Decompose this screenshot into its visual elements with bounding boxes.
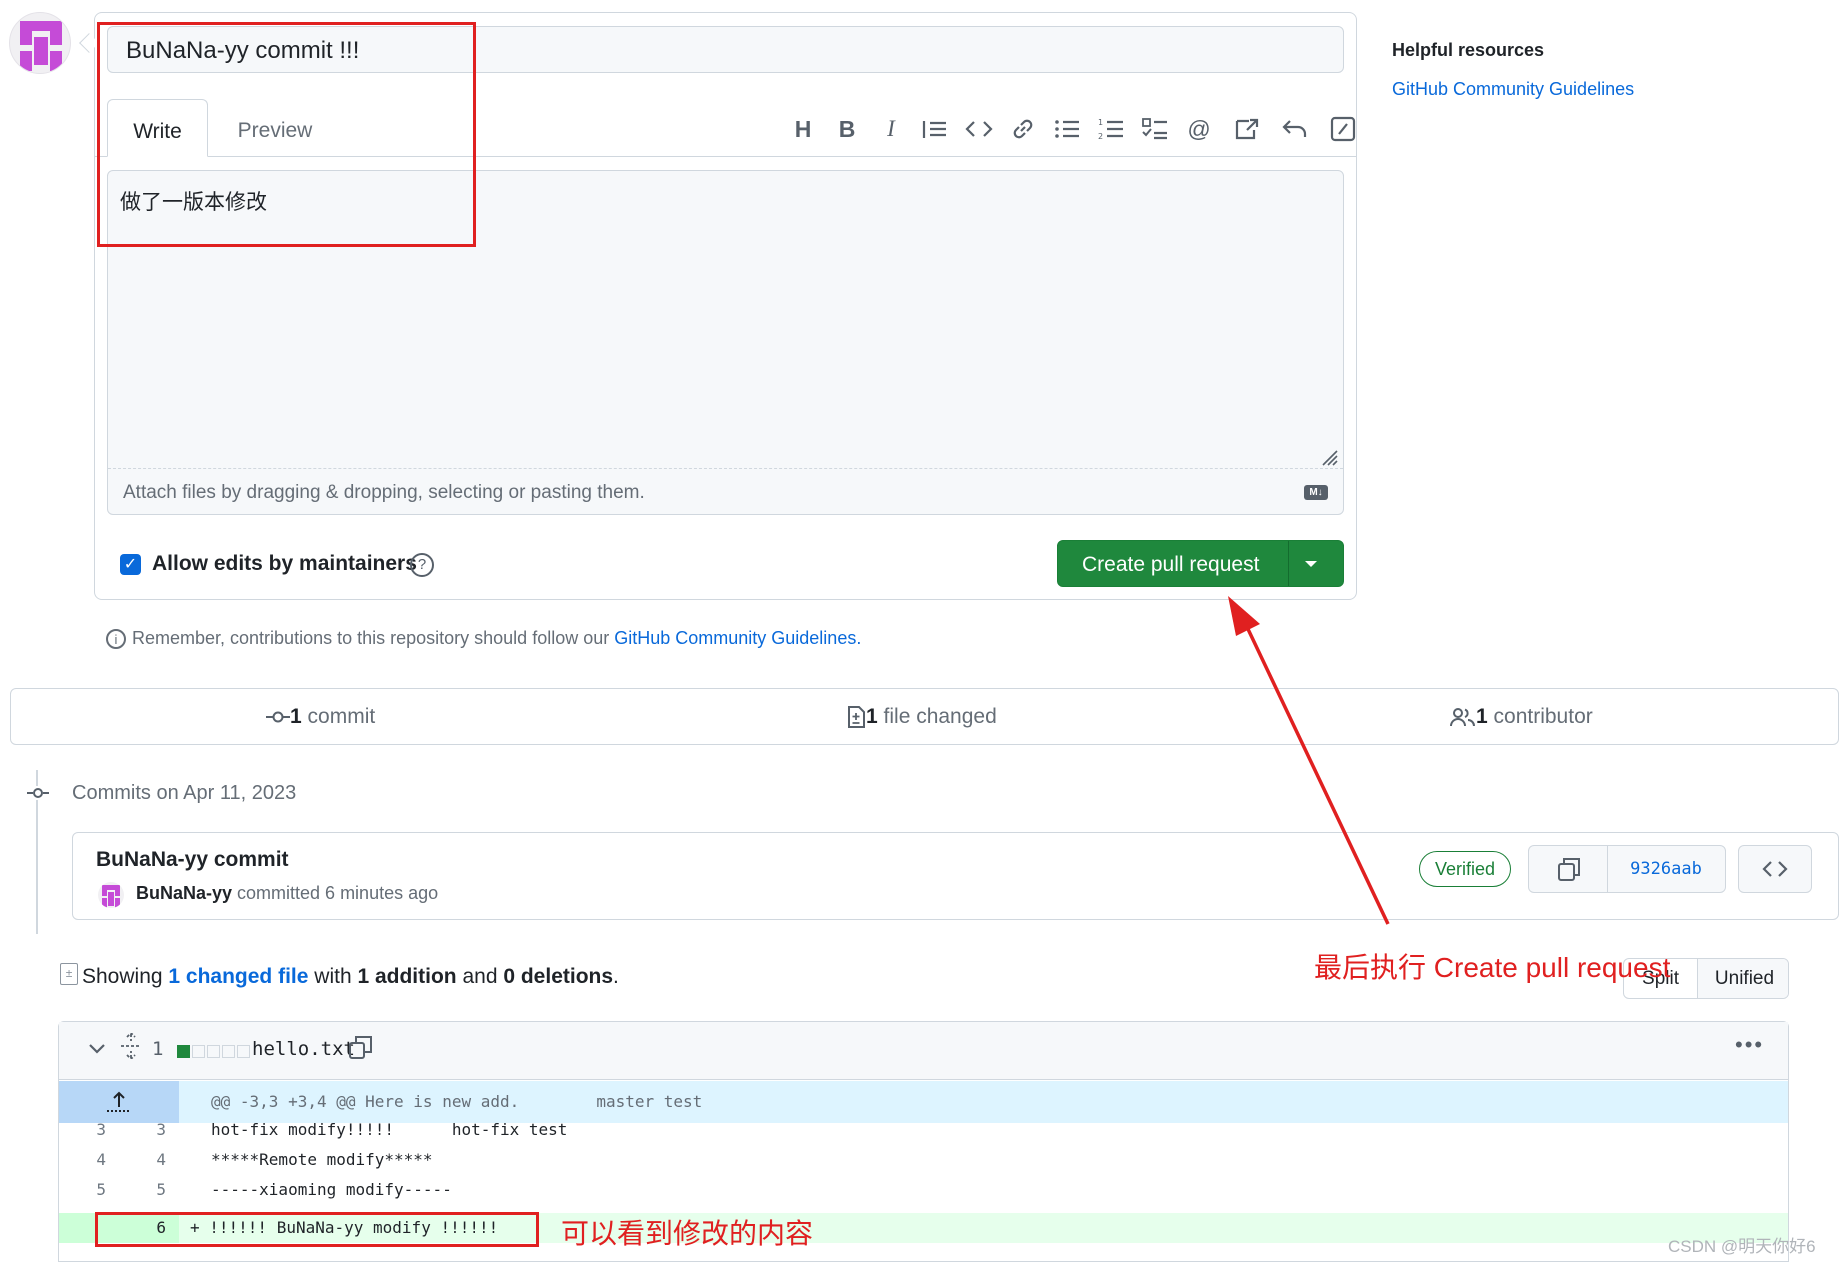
- copy-sha-icon[interactable]: [1529, 846, 1608, 892]
- bold-icon[interactable]: B: [830, 112, 864, 146]
- hunk-expand-up-icon[interactable]: [59, 1081, 179, 1123]
- commit-author-avatar[interactable]: [98, 882, 124, 908]
- resize-handle-icon[interactable]: [1318, 446, 1338, 466]
- hunk-header-text: @@ -3,3 +3,4 @@ Here is new add. master …: [211, 1092, 703, 1111]
- old-line-number[interactable]: 3: [66, 1120, 106, 1139]
- commits-date-header: Commits on Apr 11, 2023: [72, 782, 297, 804]
- people-icon: [1450, 708, 1475, 727]
- allow-edits-label[interactable]: Allow edits by maintainers: [152, 552, 417, 576]
- kebab-menu-icon[interactable]: •••: [1735, 1032, 1764, 1058]
- commit-sha-link[interactable]: 9326aab: [1607, 846, 1725, 892]
- commit-sha-group: 9326aab: [1528, 845, 1726, 893]
- chevron-down-icon[interactable]: [88, 1040, 106, 1062]
- allow-edits-checkbox[interactable]: ✓: [120, 554, 141, 575]
- summary-suffix: .: [613, 965, 619, 988]
- helpful-resources-title: Helpful resources: [1392, 40, 1545, 60]
- slash-command-icon[interactable]: [1326, 112, 1360, 146]
- code-icon: [1762, 861, 1788, 877]
- triangle-down-icon[interactable]: [1304, 547, 1318, 582]
- button-separator: [1288, 541, 1289, 586]
- heading-icon[interactable]: H: [786, 112, 820, 146]
- annotation-arrow-icon: [1228, 596, 1390, 925]
- files-changed-stat[interactable]: 1 file changed: [846, 705, 997, 729]
- new-line-number[interactable]: 3: [126, 1120, 166, 1139]
- expand-all-icon[interactable]: [120, 1031, 142, 1065]
- link-icon[interactable]: [1006, 112, 1040, 146]
- info-icon: i: [106, 629, 126, 650]
- additions-count: 1 addition: [357, 965, 457, 988]
- contributors-stat[interactable]: 1 contributor: [1450, 705, 1593, 729]
- new-line-number[interactable]: 5: [126, 1180, 166, 1199]
- attach-files-hint[interactable]: Attach files by dragging & dropping, sel…: [123, 482, 645, 504]
- commit-author-link[interactable]: BuNaNa-yy: [136, 883, 232, 903]
- svg-text:2: 2: [1098, 132, 1103, 141]
- deletions-count: 0 deletions: [503, 965, 614, 988]
- create-pull-request-button[interactable]: Create pull request: [1057, 540, 1344, 587]
- undo-icon[interactable]: [1278, 112, 1312, 146]
- summary-prefix: Showing: [82, 965, 169, 988]
- commits-stat[interactable]: 1 commit: [266, 705, 375, 729]
- annotation-box-added-line: [95, 1212, 539, 1247]
- diffstat-bars: [177, 1045, 252, 1063]
- old-line-number[interactable]: 5: [66, 1180, 106, 1199]
- annotation-diff-hint: 可以看到修改的内容: [561, 1218, 814, 1249]
- ordered-list-icon[interactable]: 12: [1094, 112, 1128, 146]
- create-pull-request-label[interactable]: Create pull request: [1082, 553, 1259, 577]
- diff-summary: Showing 1 changed file with 1 addition a…: [82, 965, 619, 989]
- mention-icon[interactable]: @: [1182, 112, 1216, 146]
- diff-line: hot-fix modify!!!!! hot-fix test: [211, 1120, 568, 1139]
- summary-mid: with: [308, 965, 358, 988]
- reminder-period: .: [856, 628, 862, 648]
- browse-repository-button[interactable]: [1738, 845, 1812, 893]
- sidebar-guidelines-link[interactable]: GitHub Community Guidelines: [1392, 79, 1634, 100]
- svg-text:1: 1: [1098, 118, 1103, 127]
- watermark: CSDN @明天你好6: [1668, 1237, 1816, 1256]
- community-guidelines-link[interactable]: GitHub Community Guidelines: [614, 628, 856, 648]
- unordered-list-icon[interactable]: [1050, 112, 1084, 146]
- diff-line: -----xiaoming modify-----: [211, 1180, 452, 1199]
- old-line-number[interactable]: 4: [66, 1150, 106, 1169]
- task-list-icon[interactable]: [1138, 112, 1172, 146]
- git-commit-icon: [27, 786, 49, 800]
- git-commit-icon: [266, 711, 290, 723]
- quote-icon[interactable]: [918, 112, 952, 146]
- changed-files-link[interactable]: 1 changed file: [168, 965, 308, 988]
- help-question-icon[interactable]: ?: [410, 553, 434, 577]
- annotation-box-title-body: [97, 22, 476, 247]
- diff-line: *****Remote modify*****: [211, 1150, 433, 1169]
- markdown-icon[interactable]: M↓: [1304, 485, 1328, 500]
- user-avatar[interactable]: [9, 12, 71, 74]
- file-diff-icon: ±: [60, 963, 78, 985]
- reminder-text: Remember, contributions to this reposito…: [132, 628, 615, 648]
- italic-icon[interactable]: I: [874, 112, 908, 146]
- code-icon[interactable]: [962, 112, 996, 146]
- verified-badge[interactable]: Verified: [1419, 851, 1511, 887]
- commit-time: committed 6 minutes ago: [232, 883, 439, 903]
- commit-meta: BuNaNa-yy committed 6 minutes ago: [136, 883, 438, 904]
- file-name-link[interactable]: hello.txt: [252, 1038, 355, 1060]
- reference-icon[interactable]: [1230, 112, 1264, 146]
- commit-title-link[interactable]: BuNaNa-yy commit: [96, 848, 289, 872]
- new-line-number[interactable]: 4: [126, 1150, 166, 1169]
- file-diff-icon: [848, 706, 865, 729]
- copy-path-icon[interactable]: [348, 1034, 374, 1066]
- change-count: 1: [152, 1038, 164, 1060]
- contribution-reminder: i Remember, contributions to this reposit…: [106, 628, 862, 650]
- unified-view-button[interactable]: Unified: [1697, 959, 1788, 998]
- annotation-create-hint: 最后执行 Create pull request: [1314, 952, 1671, 983]
- summary-and: and: [456, 965, 504, 988]
